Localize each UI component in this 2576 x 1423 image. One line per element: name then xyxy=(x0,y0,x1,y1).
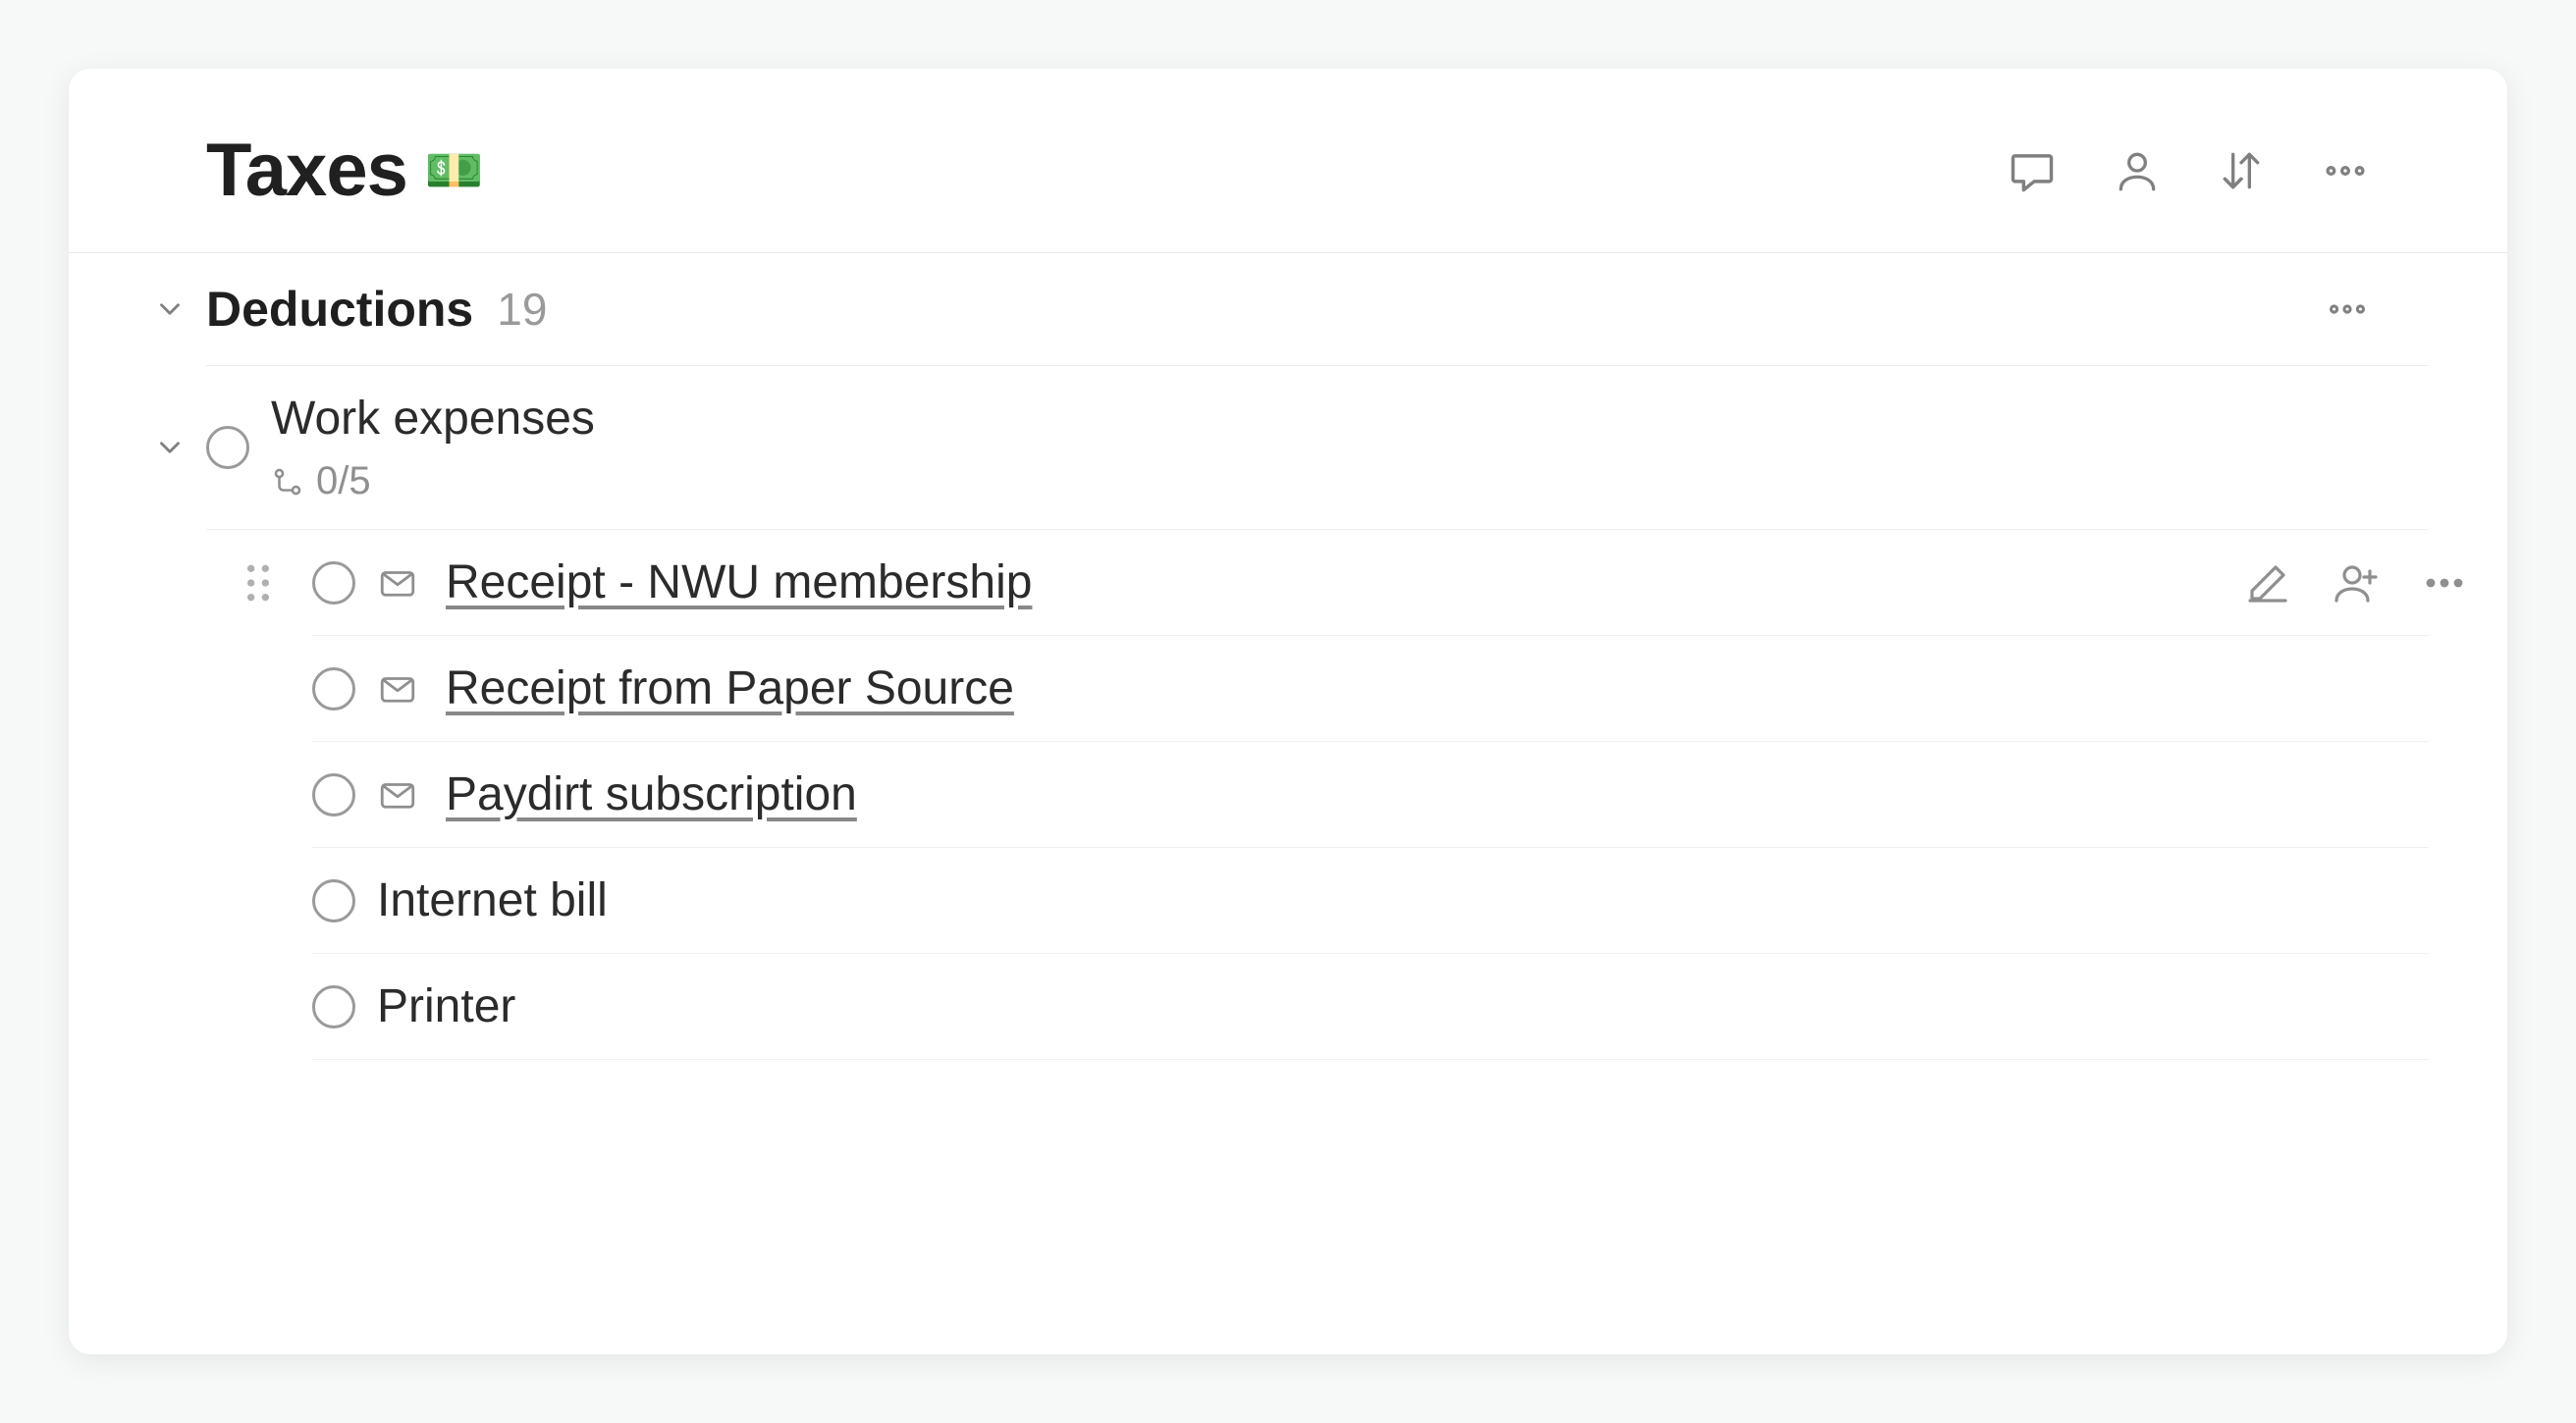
row-actions xyxy=(2244,559,2468,606)
subtask-tree-icon xyxy=(271,465,304,499)
task-checkbox[interactable] xyxy=(312,879,355,922)
section-more-button[interactable] xyxy=(2325,287,2370,332)
task-checkbox[interactable] xyxy=(312,773,355,817)
task-title: Paydirt subscription xyxy=(446,767,857,821)
subtask-list: Receipt - NWU membership Receipt from Pa… xyxy=(312,530,2429,1060)
sort-icon[interactable] xyxy=(2217,146,2266,195)
task-checkbox[interactable] xyxy=(312,561,355,605)
task-row-parent[interactable]: Work expenses 0/5 xyxy=(206,366,2429,530)
task-checkbox[interactable] xyxy=(312,985,355,1028)
subtask-progress: 0/5 xyxy=(316,459,371,503)
section-count: 19 xyxy=(497,283,547,336)
project-emoji: 💵 xyxy=(425,142,484,198)
section-title: Deductions xyxy=(206,281,473,338)
section-header[interactable]: Deductions 19 xyxy=(206,253,2429,366)
title-wrap: Taxes 💵 xyxy=(206,128,484,213)
row-more-icon[interactable] xyxy=(2421,559,2468,606)
person-icon[interactable] xyxy=(2113,146,2162,195)
task-title: Internet bill xyxy=(377,873,608,927)
section: Deductions 19 Work expenses xyxy=(69,253,2507,1060)
assign-icon[interactable] xyxy=(2333,559,2380,606)
subtask-row[interactable]: Paydirt subscription xyxy=(312,742,2429,848)
chevron-down-icon[interactable] xyxy=(153,431,187,464)
task-checkbox[interactable] xyxy=(312,667,355,711)
mail-icon xyxy=(377,774,418,816)
task-checkbox[interactable] xyxy=(206,426,249,469)
subtask-row[interactable]: Receipt from Paper Source xyxy=(312,636,2429,742)
task-title: Receipt from Paper Source xyxy=(446,661,1014,715)
mail-icon xyxy=(377,562,418,604)
comments-icon[interactable] xyxy=(2007,145,2058,196)
task-body: Work expenses 0/5 xyxy=(271,392,595,503)
project-header: Taxes 💵 xyxy=(69,69,2507,253)
header-actions xyxy=(2007,145,2370,196)
subtask-row[interactable]: Receipt - NWU membership xyxy=(312,530,2429,636)
project-card: Taxes 💵 xyxy=(69,69,2507,1354)
subtask-indicator: 0/5 xyxy=(271,459,595,503)
subtask-row[interactable]: Internet bill xyxy=(312,848,2429,954)
task-list: Work expenses 0/5 Receipt - xyxy=(206,366,2429,1060)
task-title: Printer xyxy=(377,979,515,1033)
chevron-down-icon[interactable] xyxy=(153,292,187,326)
mail-icon xyxy=(377,668,418,710)
subtask-row[interactable]: Printer xyxy=(312,954,2429,1060)
drag-handle-icon[interactable] xyxy=(243,561,273,605)
edit-icon[interactable] xyxy=(2244,559,2291,606)
project-title: Taxes xyxy=(206,128,407,213)
task-title: Receipt - NWU membership xyxy=(446,555,1032,609)
more-icon[interactable] xyxy=(2321,146,2370,195)
task-title: Work expenses xyxy=(271,392,595,446)
